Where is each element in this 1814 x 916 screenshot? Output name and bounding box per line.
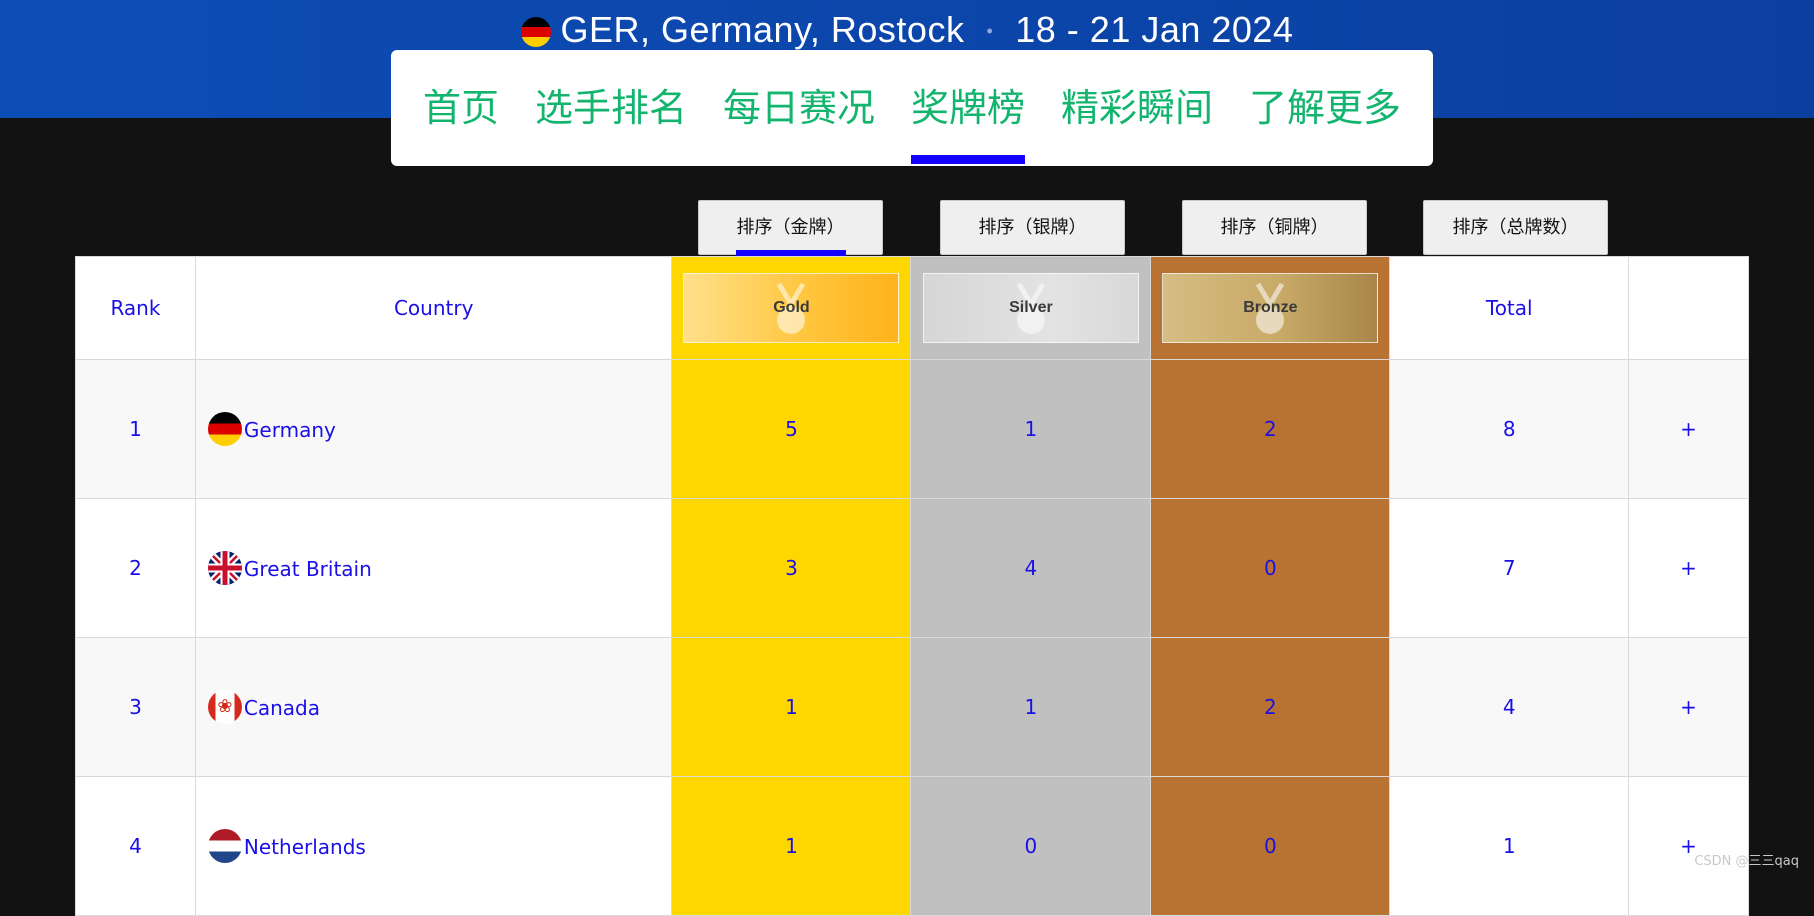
great-britain-flag-icon — [207, 551, 242, 585]
event-dates: 18 - 21 Jan 2024 — [1015, 9, 1294, 50]
table-row: 3 ❀ Canada 1 1 2 4 + — [75, 637, 1749, 777]
silver-count: 1 — [910, 359, 1152, 499]
germany-flag-icon — [207, 412, 242, 446]
sort-by-silver-button[interactable]: 排序（银牌） — [940, 200, 1125, 255]
country-name: Great Britain — [243, 557, 372, 581]
rank-cell: 2 — [75, 498, 196, 638]
silver-label: Silver — [1009, 299, 1053, 316]
nav-highlights[interactable]: 精彩瞬间 — [1043, 50, 1231, 166]
header-gold: Gold — [671, 256, 912, 360]
netherlands-flag-icon — [207, 829, 242, 863]
bronze-count: 0 — [1150, 498, 1391, 638]
header-silver: Silver — [910, 256, 1152, 360]
main-nav: 首页 选手排名 每日赛况 奖牌榜 精彩瞬间 了解更多 — [391, 50, 1433, 166]
event-title: GER, Germany, Rostock — [560, 9, 965, 50]
silver-count: 1 — [910, 637, 1152, 777]
table-header-row: Rank Country Gold Silver Bronze Total — [75, 256, 1749, 360]
gold-count: 1 — [671, 776, 912, 916]
bronze-count: 2 — [1150, 637, 1391, 777]
country-name: Germany — [243, 418, 336, 442]
gold-count: 5 — [671, 359, 912, 499]
header-country: Country — [194, 256, 673, 360]
header-bronze: Bronze — [1150, 256, 1391, 360]
table-row: 2 Great Britain 3 4 0 7 + — [75, 498, 1749, 638]
expand-row-button[interactable]: + — [1628, 637, 1749, 777]
expand-row-button[interactable]: + — [1628, 776, 1749, 916]
country-cell: Netherlands — [194, 776, 673, 916]
silver-count: 0 — [910, 776, 1152, 916]
germany-flag-icon — [520, 17, 551, 47]
expand-row-button[interactable]: + — [1628, 359, 1749, 499]
nav-medal-table[interactable]: 奖牌榜 — [893, 50, 1043, 166]
nav-daily-results[interactable]: 每日赛况 — [705, 50, 893, 166]
country-cell: Great Britain — [194, 498, 673, 638]
gold-count: 1 — [671, 637, 912, 777]
total-count: 1 — [1389, 776, 1630, 916]
header-rank: Rank — [75, 256, 196, 360]
table-row: 1 Germany 5 1 2 8 + — [75, 359, 1749, 499]
canada-flag-icon: ❀ — [207, 690, 242, 724]
rank-cell: 4 — [75, 776, 196, 916]
expand-row-button[interactable]: + — [1628, 498, 1749, 638]
bronze-count: 2 — [1150, 359, 1391, 499]
header-extra — [1628, 256, 1749, 360]
sort-by-gold-button[interactable]: 排序（金牌） — [698, 200, 883, 255]
nav-learn-more[interactable]: 了解更多 — [1231, 50, 1419, 166]
total-count: 8 — [1389, 359, 1630, 499]
table-row: 4 Netherlands 1 0 0 1 + — [75, 776, 1749, 916]
sort-by-total-button[interactable]: 排序（总牌数） — [1423, 200, 1608, 255]
country-name: Canada — [243, 696, 321, 720]
nav-home[interactable]: 首页 — [405, 50, 517, 166]
header-total: Total — [1389, 256, 1630, 360]
bronze-count: 0 — [1150, 776, 1391, 916]
total-count: 4 — [1389, 637, 1630, 777]
rank-cell: 3 — [75, 637, 196, 777]
silver-count: 4 — [910, 498, 1152, 638]
event-title-line: GER, Germany, Rostock • 18 - 21 Jan 2024 — [0, 6, 1814, 55]
event-separator: • — [986, 21, 994, 41]
gold-count: 3 — [671, 498, 912, 638]
bronze-label: Bronze — [1243, 299, 1298, 316]
rank-cell: 1 — [75, 359, 196, 499]
sort-by-bronze-button[interactable]: 排序（铜牌） — [1182, 200, 1367, 255]
country-name: Netherlands — [243, 835, 366, 859]
total-count: 7 — [1389, 498, 1630, 638]
nav-player-rankings[interactable]: 选手排名 — [517, 50, 705, 166]
bronze-medal-badge: Bronze — [1162, 273, 1379, 343]
country-cell: ❀ Canada — [194, 637, 673, 777]
medal-table: Rank Country Gold Silver Bronze Total 1 … — [75, 256, 1749, 916]
gold-medal-badge: Gold — [683, 273, 900, 343]
watermark: CSDN @三三qaq — [1694, 854, 1799, 869]
country-cell: Germany — [194, 359, 673, 499]
gold-label: Gold — [773, 299, 810, 316]
silver-medal-badge: Silver — [922, 273, 1139, 343]
